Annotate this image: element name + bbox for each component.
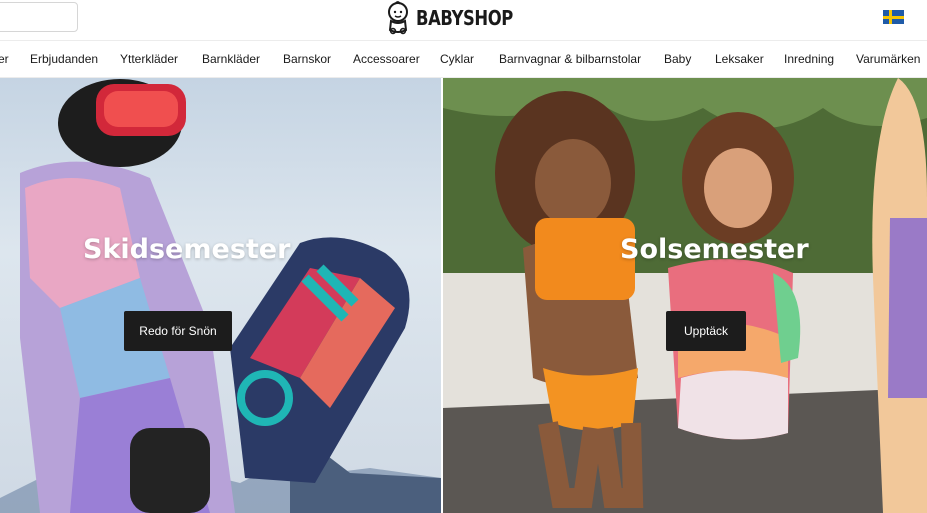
logo-text: BABYSHOP [416, 6, 513, 30]
baby-logo-icon [388, 1, 408, 35]
nav-item-barnvagnar[interactable]: Barnvagnar & bilbarnstolar [499, 52, 641, 66]
hero-banner-sun[interactable]: Solsemester Upptäck [443, 78, 927, 513]
nav-item-barnskor[interactable]: Barnskor [283, 52, 331, 66]
nav-item-erbjudanden[interactable]: Erbjudanden [30, 52, 98, 66]
main-navigation: er Erbjudanden Ytterkläder Barnkläder Ba… [0, 40, 927, 78]
nav-item-varumarken[interactable]: Varumärken [856, 52, 920, 66]
site-header: BABYSHOP [0, 0, 927, 40]
search-input[interactable] [0, 2, 78, 32]
nav-item-barnklader[interactable]: Barnkläder [202, 52, 260, 66]
nav-item-ytterklader[interactable]: Ytterkläder [120, 52, 178, 66]
hero-image-sun [443, 78, 927, 513]
hero-title-sun: Solsemester [620, 234, 809, 265]
hero-title-ski: Skidsemester [83, 234, 291, 265]
nav-item-cyklar[interactable]: Cyklar [440, 52, 474, 66]
cta-button-upptack[interactable]: Upptäck [666, 311, 746, 351]
nav-item-truncated[interactable]: er [0, 52, 9, 66]
nav-item-inredning[interactable]: Inredning [784, 52, 834, 66]
hero-banner-ski[interactable]: Skidsemester Redo för Snön [0, 78, 441, 513]
site-logo[interactable]: BABYSHOP [386, 0, 534, 36]
hero-image-ski [0, 79, 441, 513]
nav-item-leksaker[interactable]: Leksaker [715, 52, 764, 66]
sweden-flag-icon[interactable] [883, 10, 904, 24]
nav-item-baby[interactable]: Baby [664, 52, 691, 66]
nav-item-accessoarer[interactable]: Accessoarer [353, 52, 420, 66]
cta-button-redo-for-snon[interactable]: Redo för Snön [124, 311, 232, 351]
